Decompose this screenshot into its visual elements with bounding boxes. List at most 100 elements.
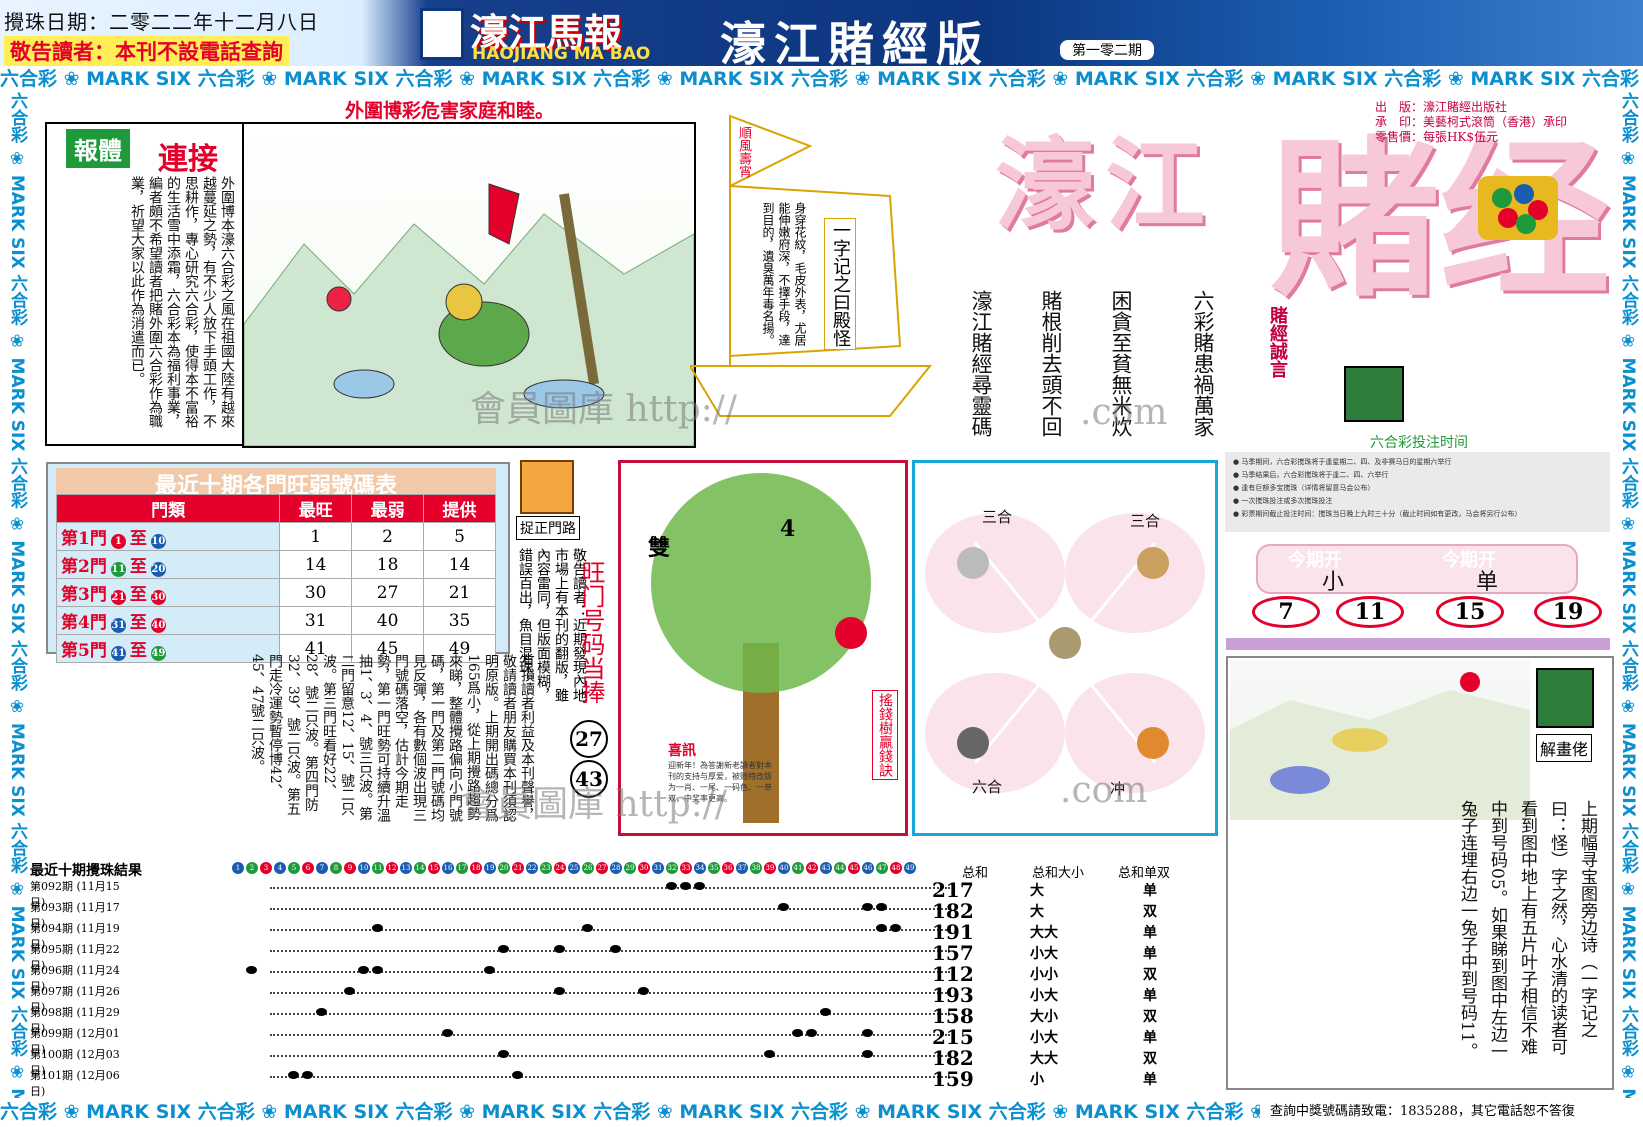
- drawn-number-mark: [288, 1071, 299, 1079]
- number-ball: 39: [764, 862, 776, 874]
- number-ball: 8: [330, 862, 342, 874]
- number-ball: 15: [428, 862, 440, 874]
- results-big-small: 小: [1030, 1072, 1044, 1088]
- results-dots: [270, 1076, 950, 1078]
- danger-headline: 外圍博彩危害家庭和睦。: [345, 100, 555, 122]
- today-parity: 单: [1476, 570, 1499, 595]
- stats-header: 提供: [423, 494, 496, 523]
- results-odd-even: 双: [1143, 904, 1157, 920]
- logo-english: HAOJIANG MA BAO: [472, 44, 651, 64]
- door-cell: 第4門 31 至 40: [55, 606, 281, 635]
- results-header: 最近十期攪珠結果: [30, 863, 142, 879]
- number-ball: 25: [568, 862, 580, 874]
- today-number: 11: [1336, 596, 1404, 628]
- riddle-text: 上期幅寻宝图旁边诗（一字记之曰：怪）字之然，心水清的读者可看到图中地上有五片叶子…: [1457, 800, 1597, 1060]
- drawn-number-mark: [890, 924, 901, 932]
- results-dots: [270, 908, 950, 910]
- number-ball: 20: [498, 862, 510, 874]
- results-odd-even: 单: [1143, 883, 1157, 899]
- number-ball: 5: [288, 862, 300, 874]
- number-ball: 17: [456, 862, 468, 874]
- hand-pen-icon: [1536, 668, 1594, 728]
- tiger-icon: [1137, 727, 1169, 759]
- range-word: 至: [129, 557, 147, 577]
- dragon-icon: [1137, 547, 1169, 579]
- divider-bar: [1226, 638, 1610, 650]
- drawn-number-mark: [246, 966, 257, 974]
- big-title-2: 賭经: [1270, 120, 1611, 320]
- boat-sail-text: 順風壽宵: [736, 126, 751, 178]
- drawn-number-mark: [316, 1008, 327, 1016]
- results-issue: 第101期 (12月06日): [30, 1069, 120, 1098]
- number-ball: 23: [540, 862, 552, 874]
- drawn-number-mark: [582, 924, 593, 932]
- stats-table: 門類 最旺 最弱 提供 第1門 1 至 10 1 2 5 第2門 11 至 20 14 18 14 第3門 2…: [55, 494, 496, 663]
- drawn-number-mark: [694, 882, 705, 890]
- number-ball: 21: [512, 862, 524, 874]
- results-odd-even: 单: [1143, 1072, 1157, 1088]
- results-big-small: 小大: [1030, 988, 1058, 1004]
- number-ball: 13: [400, 862, 412, 874]
- watermark: 會員圖庫 http://: [470, 389, 737, 430]
- results-row: 第093期 (11月17日) 182: [30, 899, 974, 930]
- drawn-number-mark: [498, 1050, 509, 1058]
- drawn-number-mark: [554, 945, 565, 953]
- results-big-small: 小大: [1030, 1030, 1058, 1046]
- results-big-small: 小大: [1030, 946, 1058, 962]
- results-big-small: 大小: [1030, 1009, 1058, 1025]
- number-ball: 16: [442, 862, 454, 874]
- today-size: 小: [1322, 570, 1345, 595]
- drawn-number-mark: [302, 1071, 313, 1079]
- results-dots: [270, 1034, 950, 1036]
- number-ball: 6: [302, 862, 314, 874]
- ball-number-strip: 1 2 3 4 5 6 7 8 9 10 11 12 13 14 15 16 17 18 19 20 21 22 23 24 2…: [232, 862, 932, 876]
- results-dots: [270, 1055, 950, 1057]
- number-ball: 35: [708, 862, 720, 874]
- door-label: 捉正門路: [516, 516, 580, 540]
- publisher-info: 出 版：濠江賭經出版社 承 印：美藝柯式滾筒（香港）承印 零售價：每張HK$伍元: [1375, 100, 1567, 145]
- border-band-top: 六合彩 ❀ MARK SIX 六合彩 ❀ MARK SIX 六合彩 ❀ MARK…: [0, 66, 1643, 92]
- range-ball: 1: [110, 534, 126, 549]
- tree-number: 4: [780, 516, 796, 542]
- boat-text: 身穿花紋，毛皮外表，尤居能伸嫩府深，不擇手段，達到目的，遺臭萬年毒名揚。: [761, 202, 807, 346]
- results-big-small: 大大: [1030, 925, 1058, 941]
- column-text: 外圍博本濠六合彩之風在祖國大陸有越來越蔓延之勢，有不少人放下手頭工作，不思耕作，…: [129, 176, 235, 428]
- number-ball: 46: [862, 862, 874, 874]
- notice-banner: 敬告讀者：本刊不設電話查詢: [4, 36, 289, 66]
- results-row: 第095期 (11月22日) 157: [30, 941, 974, 972]
- results-dots: [270, 992, 950, 994]
- number-ball: 47: [876, 862, 888, 874]
- number-ball: 28: [610, 862, 622, 874]
- drawn-number-mark: [358, 966, 369, 974]
- big-title-1: 濠江: [995, 126, 1215, 244]
- results-area: 第092期 (11月15日) 217 第093期 (11月17日) 182 第094期 …: [30, 878, 974, 1098]
- number-ball: 26: [582, 862, 594, 874]
- rabbits-icon: [1230, 672, 1530, 820]
- stats-offer: 14: [423, 550, 496, 579]
- door-name: 第2門: [61, 557, 107, 577]
- number-ball: 29: [624, 862, 636, 874]
- zodiac-label: 六合: [972, 778, 1003, 796]
- stats-header: 門類: [55, 494, 281, 523]
- border-band-left: 六合彩 ❀ MARK SIX 六合彩 ❀ MARK SIX 六合彩 ❀ MARK…: [7, 92, 27, 1098]
- drawn-number-mark: [498, 945, 509, 953]
- printer-line: 承 印：美藝柯式滾筒（香港）承印: [1375, 115, 1568, 129]
- lottery-balls-icon: [1478, 176, 1558, 240]
- range-ball: 20: [150, 562, 166, 577]
- results-big-small: 大: [1030, 904, 1044, 920]
- stats-hot: 14: [279, 550, 353, 579]
- stats-offer: 35: [423, 606, 496, 635]
- edition-title: 濠江賭經版: [720, 17, 990, 71]
- drawn-number-mark: [666, 882, 677, 890]
- issue-number: 第一零二期: [1060, 40, 1154, 60]
- stats-row: 第4門 31 至 40 31 40 35: [55, 606, 496, 635]
- today-box: 今期开 今期开 小 单: [1256, 544, 1578, 595]
- drawn-number-mark: [792, 1029, 803, 1037]
- range-word: 至: [129, 585, 147, 605]
- odd-even-header: 总和单双: [1118, 866, 1171, 881]
- price-line: 零售價：每張HK$伍元: [1375, 130, 1499, 144]
- drawn-number-mark: [862, 903, 873, 911]
- number-ball: 22: [526, 862, 538, 874]
- results-row: 第097期 (11月26日) 193: [30, 983, 974, 1014]
- drawn-number-mark: [372, 924, 383, 932]
